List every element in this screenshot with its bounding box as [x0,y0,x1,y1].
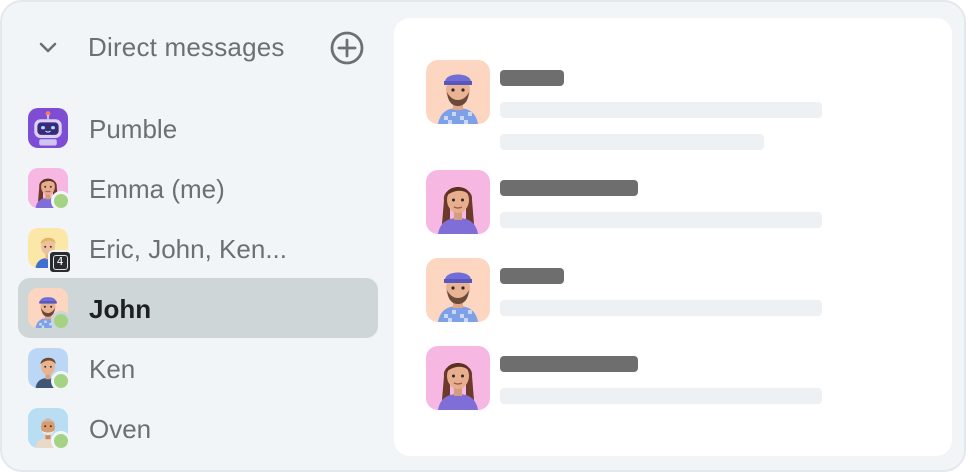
text-line-placeholder [500,300,822,316]
message-preview-panel [394,18,952,456]
direct-messages-widget: Direct messages Pumble Emma (me) 4 Eric,… [0,0,966,472]
direct-messages-title[interactable]: Direct messages [88,32,285,63]
conversation-list: Pumble Emma (me) 4 Eric, John, Ken... Jo… [18,98,378,458]
conversation-name: Eric, John, Ken... [89,234,287,264]
text-line-placeholder [500,212,822,228]
conversation-item-emma[interactable]: Emma (me) [18,158,378,218]
john-avatar [426,258,490,322]
chevron-down-icon[interactable] [36,38,60,58]
conversation-item-ken[interactable]: Ken [18,338,378,398]
emma-avatar [426,170,490,234]
author-placeholder [500,356,638,372]
online-status-indicator [51,191,71,211]
sidebar: Direct messages Pumble Emma (me) 4 Eric,… [2,2,394,470]
online-status-indicator [51,371,71,391]
conversation-item-oven[interactable]: Oven [18,398,378,458]
conversation-item-john[interactable]: John [18,278,378,338]
conversation-item-group[interactable]: 4 Eric, John, Ken... [18,218,378,278]
conversation-item-pumble[interactable]: Pumble [18,98,378,158]
conversation-name: Ken [89,354,136,384]
robot-avatar [28,108,68,148]
conversation-name: Pumble [89,114,178,144]
text-line-placeholder [500,388,822,404]
john-avatar [426,60,490,124]
online-status-indicator [51,431,71,451]
conversation-name: John [89,294,152,324]
plus-circle-icon[interactable] [329,30,365,66]
emma-avatar [426,346,490,410]
direct-messages-header: Direct messages [2,18,394,78]
author-placeholder [500,180,638,196]
text-line-placeholder [500,134,764,150]
member-count: 4 [52,254,68,270]
online-status-indicator [51,311,71,331]
author-placeholder [500,70,564,86]
author-placeholder [500,268,564,284]
conversation-name: Emma (me) [89,174,225,204]
conversation-name: Oven [89,414,152,444]
text-line-placeholder [500,102,822,118]
member-count-badge: 4 [48,250,72,274]
